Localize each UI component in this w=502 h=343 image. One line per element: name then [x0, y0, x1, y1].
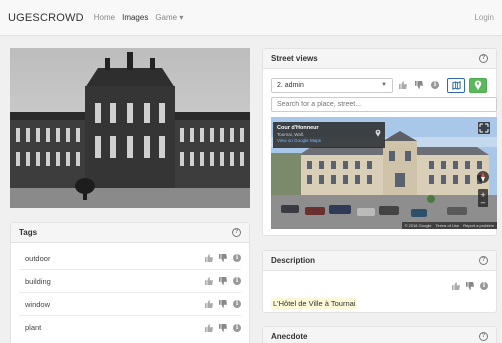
description-title: Description	[271, 256, 316, 265]
info-icon[interactable]: i	[233, 323, 241, 332]
map-view-button[interactable]	[447, 77, 465, 93]
add-location-button[interactable]	[469, 77, 487, 93]
street-view-info-card: Cour d'Honneur Tournai, Wall. View on Go…	[273, 122, 385, 148]
tag-label: plant	[25, 323, 42, 332]
anecdote-panel: Anecdote ?	[262, 326, 497, 343]
thumbs-up-icon[interactable]	[205, 277, 213, 285]
navbar: UGESCROWD Home Images Game ▾ Login	[0, 0, 502, 36]
thumbs-down-icon[interactable]	[466, 282, 474, 290]
user-select-value: 2. admin	[277, 81, 304, 89]
tag-item: outdoor i	[19, 247, 241, 270]
view-on-google-maps-link[interactable]: View on Google Maps	[277, 138, 381, 143]
tag-label: outdoor	[25, 253, 51, 263]
street-views-title: Street views	[271, 54, 318, 63]
tags-panel-header: Tags ?	[11, 223, 249, 243]
tags-panel: Tags ? outdoor i building i window i pla…	[10, 222, 250, 343]
thumbs-down-icon[interactable]	[219, 277, 227, 285]
tag-item: building i	[19, 270, 241, 293]
login-link[interactable]: Login	[474, 13, 494, 22]
thumbs-down-icon[interactable]	[219, 323, 227, 332]
nav-game-dropdown[interactable]: Game ▾	[155, 13, 183, 22]
street-views-header: Street views ?	[263, 49, 496, 69]
thumbs-up-icon[interactable]	[452, 282, 460, 290]
thumbs-down-icon[interactable]	[219, 300, 227, 308]
thumbs-up-icon[interactable]	[205, 300, 213, 308]
nav-images-link[interactable]: Images	[122, 13, 148, 22]
anecdote-header: Anecdote ?	[263, 327, 496, 343]
user-select[interactable]: 2. admin ▼	[271, 77, 393, 93]
street-view-image[interactable]: + − Cour d'Honneur Tournai, Wall. View o…	[271, 117, 497, 229]
info-icon[interactable]: i	[233, 300, 241, 308]
help-icon[interactable]: ?	[479, 54, 488, 63]
thumbs-down-icon[interactable]	[219, 254, 227, 262]
map-marker-icon[interactable]	[375, 129, 381, 137]
tag-item: plant i	[19, 316, 241, 339]
thumbs-up-icon[interactable]	[205, 254, 213, 262]
street-views-controls: 2. admin ▼ i	[271, 77, 497, 93]
thumbs-up-icon[interactable]	[399, 81, 407, 89]
map-marker-icon	[474, 80, 482, 90]
terms-link[interactable]: Terms of Use	[436, 223, 460, 228]
copyright-text: © 2018 Google	[404, 223, 432, 228]
help-icon[interactable]: ?	[479, 256, 488, 265]
info-icon[interactable]: i	[233, 254, 241, 262]
street-view-place-address: Tournai, Wall.	[277, 132, 305, 137]
description-text: L'Hôtel de Ville à Tournai	[271, 298, 358, 309]
svg-text:−: −	[480, 199, 486, 207]
anecdote-title: Anecdote	[271, 332, 308, 341]
info-icon[interactable]: i	[431, 81, 439, 89]
street-view-place-name: Cour d'Honneur	[277, 125, 319, 131]
description-header: Description ?	[263, 251, 496, 271]
description-actions: i	[452, 282, 488, 290]
place-search-input[interactable]	[271, 97, 497, 112]
info-icon[interactable]: i	[480, 282, 488, 290]
report-problem-link[interactable]: Report a problem	[463, 223, 494, 228]
description-panel: Description ? i L'Hôtel de Ville à Tourn…	[262, 250, 497, 313]
street-view-footer: © 2018 Google Terms of Use Report a prob…	[401, 222, 497, 229]
tag-item: window i	[19, 293, 241, 316]
thumbs-down-icon[interactable]	[415, 81, 423, 89]
help-icon[interactable]: ?	[232, 228, 241, 237]
brand-link[interactable]: UGESCROWD	[8, 12, 84, 24]
chevron-down-icon: ▼	[381, 82, 387, 88]
help-icon[interactable]: ?	[479, 332, 488, 341]
thumbs-up-icon[interactable]	[205, 323, 213, 332]
svg-text:+: +	[480, 191, 486, 199]
nav-home-link[interactable]: Home	[94, 13, 115, 22]
map-icon	[451, 80, 461, 90]
tag-label: window	[25, 299, 51, 309]
street-views-panel: Street views ? 2. admin ▼ i Search for a…	[262, 48, 497, 236]
info-icon[interactable]: i	[233, 277, 241, 285]
tag-label: building	[25, 276, 51, 286]
tags-title: Tags	[19, 228, 38, 237]
main-photo	[10, 48, 250, 208]
